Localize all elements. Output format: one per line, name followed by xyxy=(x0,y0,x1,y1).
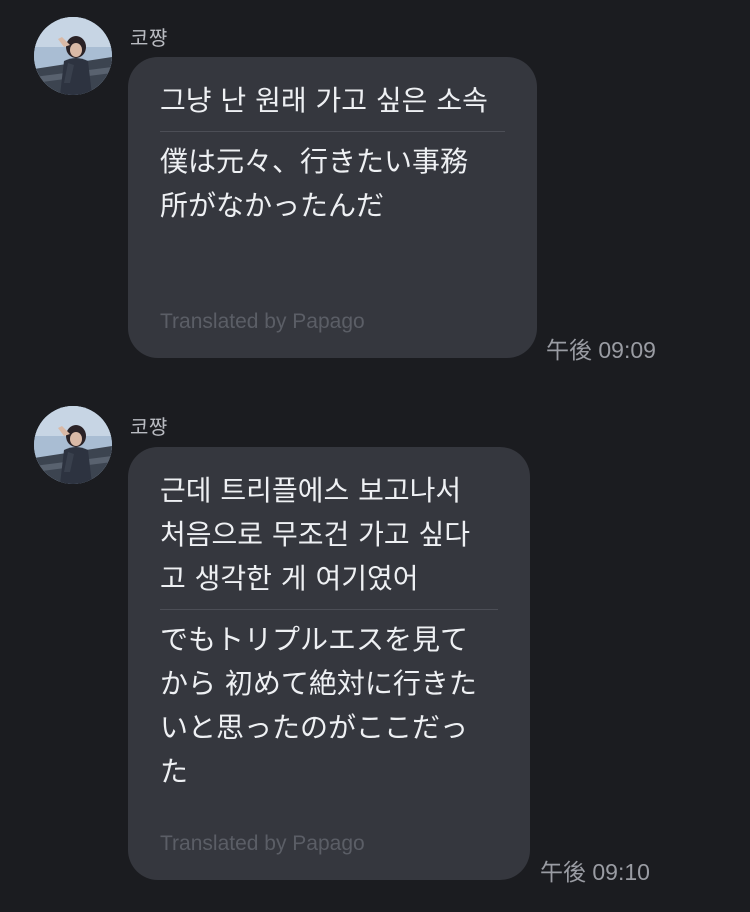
translation-attribution: Translated by Papago xyxy=(160,832,365,855)
sender-name: 코쨩 xyxy=(130,26,168,50)
message-timestamp: 午後 09:09 xyxy=(546,337,656,363)
profile-photo-icon xyxy=(34,406,112,484)
message-bubble[interactable]: 근데 트리플에스 보고나서 처음으로 무조건 가고 싶다 고 생각한 게 여기였… xyxy=(128,447,530,880)
message-timestamp: 午後 09:10 xyxy=(540,859,650,885)
original-text: 근데 트리플에스 보고나서 처음으로 무조건 가고 싶다 고 생각한 게 여기였… xyxy=(160,474,471,595)
profile-photo-icon xyxy=(34,17,112,95)
sender-avatar[interactable] xyxy=(34,17,112,95)
translation-attribution: Translated by Papago xyxy=(160,310,365,333)
message-bubble[interactable]: 그냥 난 원래 가고 싶은 소속 僕は元々、行きたい事務 所がなかったんだ Tr… xyxy=(128,57,537,358)
original-text: 그냥 난 원래 가고 싶은 소속 xyxy=(160,84,488,117)
translated-text: 僕は元々、行きたい事務 所がなかったんだ xyxy=(160,145,469,222)
sender-name: 코쨩 xyxy=(130,415,168,439)
sender-avatar[interactable] xyxy=(34,406,112,484)
translation-divider xyxy=(160,131,505,132)
translated-text: でもトリプルエスを見て から 初めて絶対に行きた いと思ったのがここだっ た xyxy=(160,623,477,788)
translation-divider xyxy=(160,609,498,610)
